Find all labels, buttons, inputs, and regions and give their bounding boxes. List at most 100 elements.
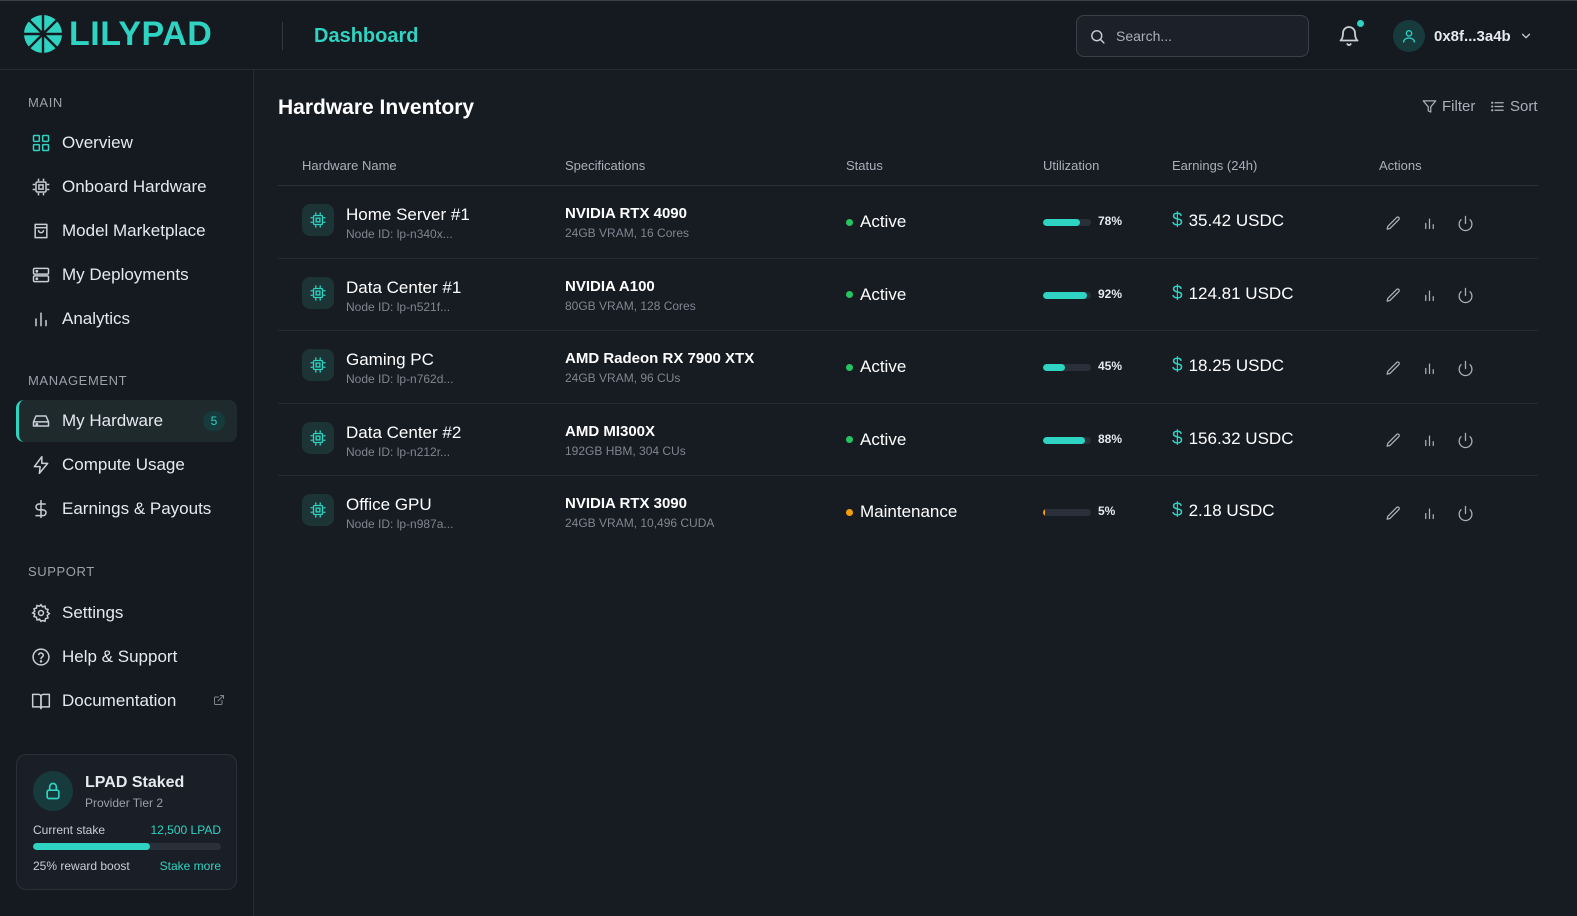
pencil-icon <box>1385 361 1400 375</box>
pencil-icon <box>1385 288 1400 302</box>
hard-drive-icon <box>30 410 52 432</box>
sidebar-item-earnings-payouts[interactable]: Earnings & Payouts <box>16 488 237 530</box>
utilization-percent: 45% <box>1098 359 1123 374</box>
utilization-bar <box>1043 436 1091 444</box>
pencil-icon <box>1385 433 1400 448</box>
stats-button[interactable] <box>1418 502 1440 524</box>
header-divider <box>282 22 283 50</box>
power-icon <box>1458 505 1472 522</box>
sidebar-item-compute-usage[interactable]: Compute Usage <box>16 444 237 486</box>
row-actions <box>1382 285 1490 307</box>
sidebar-item-label: My Deployments <box>62 265 189 284</box>
notification-dot <box>1357 20 1364 27</box>
sidebar-item-analytics[interactable]: Analytics <box>16 298 237 340</box>
hardware-badge <box>302 349 334 382</box>
stake-label: Current stake <box>33 823 106 837</box>
power-button[interactable] <box>1454 357 1476 379</box>
status-label: Active <box>860 429 907 449</box>
power-button[interactable] <box>1454 430 1476 452</box>
logo-text: LILYPAD <box>69 15 213 53</box>
reward-boost: 25% reward boost <box>33 859 130 873</box>
avatar <box>1393 20 1425 52</box>
earnings-value: 18.25 USDC <box>1188 356 1285 376</box>
stake-progress-bar <box>33 843 221 850</box>
hardware-name: Gaming PC <box>346 350 434 370</box>
sidebar-item-label: Help & Support <box>62 647 178 666</box>
edit-button[interactable] <box>1382 357 1404 379</box>
hardware-count-badge: 5 <box>203 411 225 431</box>
table-row[interactable]: Gaming PC Node ID: lp-n762d... AMD Radeo… <box>278 331 1538 404</box>
column-header: Hardware Name <box>302 158 397 173</box>
status-label: Active <box>860 284 907 304</box>
stake-more-link[interactable]: Stake more <box>160 859 221 873</box>
status-badge: Active <box>846 285 906 305</box>
status-dot <box>846 291 853 299</box>
spec-model: NVIDIA RTX 4090 <box>565 205 687 222</box>
status-label: Active <box>860 357 907 377</box>
sidebar-item-overview[interactable]: Overview <box>16 122 237 164</box>
user-menu[interactable]: 0x8f...3a4b <box>1393 19 1533 53</box>
bar-chart-icon <box>1424 290 1434 302</box>
sidebar-item-label: Settings <box>62 603 124 622</box>
sidebar-item-label: Analytics <box>62 309 131 328</box>
page-title: Dashboard <box>314 25 419 47</box>
chip-icon <box>310 357 326 373</box>
search-box[interactable] <box>1076 15 1309 57</box>
sort-button[interactable]: Sort <box>1490 98 1538 115</box>
stats-button[interactable] <box>1418 285 1440 307</box>
bar-chart-icon <box>1424 508 1434 519</box>
power-button[interactable] <box>1454 212 1476 234</box>
earnings: $ 35.42 USDC <box>1172 210 1284 232</box>
utilization-bar <box>1043 509 1091 517</box>
edit-button[interactable] <box>1382 285 1404 307</box>
dollar-icon: $ <box>1172 355 1183 377</box>
column-header: Utilization <box>1043 158 1100 173</box>
status-dot <box>846 363 853 371</box>
edit-button[interactable] <box>1382 502 1404 524</box>
sidebar-item-label: Overview <box>62 133 133 152</box>
wallet-address: 0x8f...3a4b <box>1434 27 1511 45</box>
stats-button[interactable] <box>1418 212 1440 234</box>
power-button[interactable] <box>1454 502 1476 524</box>
sidebar-item-label: Earnings & Payouts <box>62 499 212 518</box>
spec-detail: 80GB VRAM, 128 Cores <box>565 298 696 313</box>
sidebar-item-settings[interactable]: Settings <box>16 592 237 634</box>
sidebar-item-documentation[interactable]: Documentation <box>16 680 237 722</box>
utilization-fill <box>1043 219 1081 226</box>
sidebar-item-my-deployments[interactable]: My Deployments <box>16 254 237 296</box>
dollar-icon: $ <box>1172 500 1183 522</box>
sort-label: Sort <box>1510 98 1538 115</box>
chevron-down-icon <box>1521 33 1530 39</box>
stake-lock-badge <box>33 771 73 811</box>
power-icon <box>1458 215 1472 231</box>
section-label-management: MANAGEMENT <box>28 373 128 388</box>
dollar-icon: $ <box>1172 282 1183 304</box>
pencil-icon <box>1385 506 1400 520</box>
sidebar-item-my-hardware[interactable]: My Hardware 5 <box>16 400 237 442</box>
node-id: Node ID: lp-n521f... <box>346 299 451 314</box>
column-header: Earnings (24h) <box>1172 158 1258 173</box>
sidebar-item-label: Model Marketplace <box>62 221 206 240</box>
table-row[interactable]: Office GPU Node ID: lp-n987a... NVIDIA R… <box>278 476 1538 549</box>
table-row[interactable]: Data Center #1 Node ID: lp-n521f... NVID… <box>278 259 1538 332</box>
table-row[interactable]: Data Center #2 Node ID: lp-n212r... AMD … <box>278 404 1538 477</box>
status-badge: Active <box>846 357 906 377</box>
bell-icon[interactable] <box>1337 24 1361 48</box>
table-row[interactable]: Home Server #1 Node ID: lp-n340x... NVID… <box>278 186 1538 259</box>
grid-icon <box>30 132 52 154</box>
sidebar-item-help-support[interactable]: Help & Support <box>16 636 237 678</box>
logo[interactable]: LILYPAD <box>23 14 212 54</box>
sidebar-item-onboard-hardware[interactable]: Onboard Hardware <box>16 166 237 208</box>
external-link-icon <box>214 695 224 705</box>
stats-button[interactable] <box>1418 357 1440 379</box>
search-input[interactable] <box>1116 28 1286 44</box>
utilization-bar <box>1043 219 1091 226</box>
edit-button[interactable] <box>1382 430 1404 452</box>
status-dot <box>846 508 853 516</box>
filter-button[interactable]: Filter <box>1422 98 1475 115</box>
edit-button[interactable] <box>1382 212 1404 234</box>
power-button[interactable] <box>1454 285 1476 307</box>
sidebar-item-model-marketplace[interactable]: Model Marketplace <box>16 210 237 252</box>
stats-button[interactable] <box>1418 430 1440 452</box>
node-id: Node ID: lp-n762d... <box>346 372 454 387</box>
